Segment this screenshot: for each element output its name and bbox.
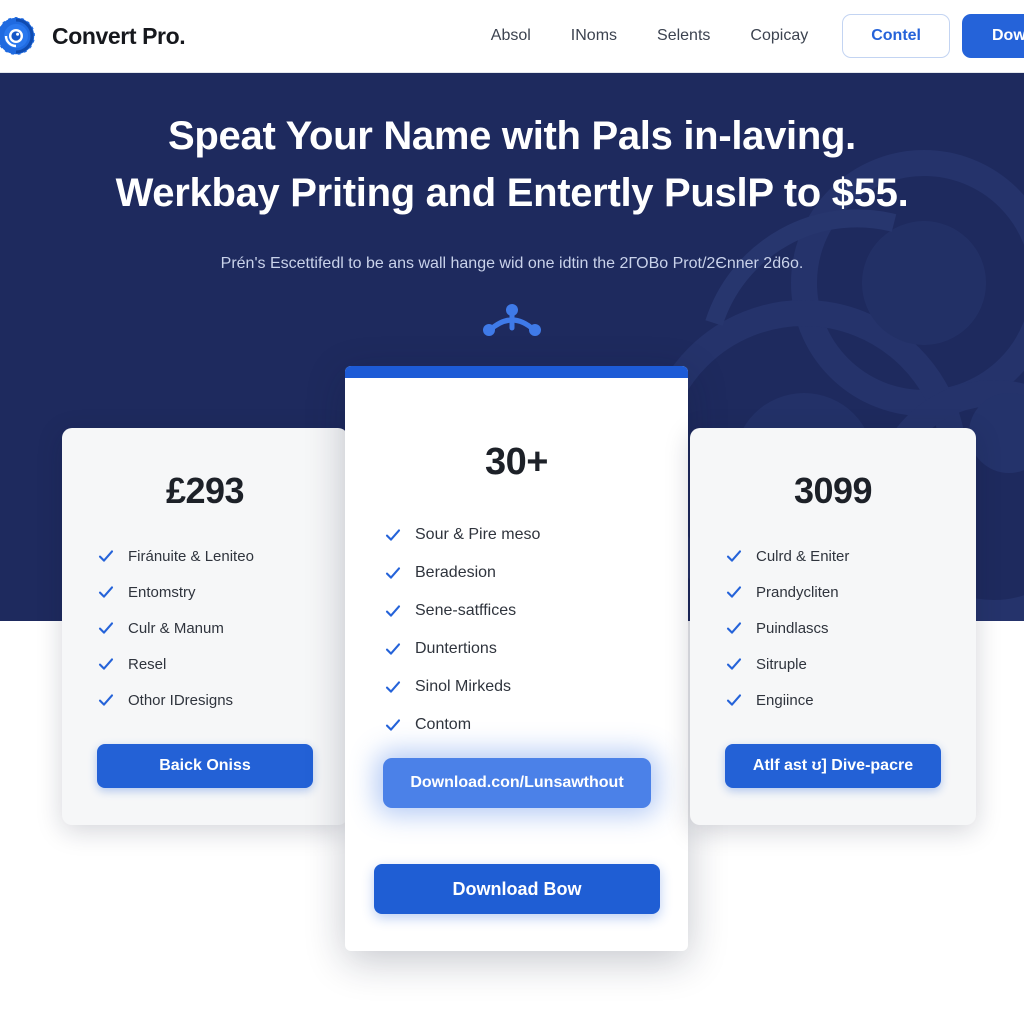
- nav-link-copicay[interactable]: Copicay: [730, 27, 828, 45]
- feature-label: Culr & Manum: [128, 619, 224, 637]
- top-navbar: Convert Pro. Absol INoms Selents Copicay…: [0, 0, 1024, 73]
- check-icon: [726, 550, 742, 562]
- brand-logo-group[interactable]: Convert Pro.: [0, 14, 186, 58]
- list-item: Entomstry: [98, 574, 348, 610]
- check-icon: [726, 658, 742, 670]
- check-icon: [726, 622, 742, 634]
- center-card-accent-bar: [345, 366, 688, 378]
- list-item: Othor IDresigns: [98, 682, 348, 718]
- price-right: 3099: [793, 470, 873, 511]
- feature-label: Sour & Pire meso: [415, 526, 541, 543]
- nav-link-absol[interactable]: Absol: [471, 27, 551, 45]
- check-icon: [726, 694, 742, 706]
- download-bow-button[interactable]: Download Bow: [374, 864, 660, 914]
- page-title: Speat Your Name with Pals in-laving. Wer…: [0, 108, 1024, 222]
- share-node-icon: [483, 303, 541, 336]
- brand-name: Convert Pro.: [52, 22, 186, 49]
- download-link-button[interactable]: Download.con/Lunsawthout: [383, 758, 651, 808]
- list-item: Sinol Mirkeds: [385, 668, 688, 706]
- list-item: Sene-satffices: [385, 592, 688, 630]
- hero-title-line-1: Speat Your Name with Pals in-laving.: [168, 114, 856, 158]
- feature-list-center: Sour & Pire meso Beradesion Sene-satffic…: [345, 516, 688, 744]
- list-item: Culrd & Eniter: [726, 538, 976, 574]
- list-item: Prandycliten: [726, 574, 976, 610]
- feature-list-left: Firánuite & Leniteo Entomstry Culr & Man…: [62, 538, 348, 718]
- check-icon: [385, 529, 401, 541]
- list-item: Sour & Pire meso: [385, 516, 688, 554]
- list-item: Culr & Manum: [98, 610, 348, 646]
- check-icon: [726, 586, 742, 598]
- check-icon: [98, 658, 114, 670]
- feature-label: Entomstry: [128, 583, 196, 601]
- check-icon: [98, 694, 114, 706]
- pricing-card-right[interactable]: 3099 Culrd & Eniter Prandycliten Puindla…: [690, 428, 976, 825]
- feature-label: Puindlascs: [756, 619, 829, 637]
- pricing-card-center[interactable]: 30+ Sour & Pire meso Beradesion Sene-sat…: [345, 366, 688, 951]
- feature-label: Culrd & Eniter: [756, 547, 850, 565]
- feature-label: Firánuite & Leniteo: [128, 547, 254, 565]
- list-item: Beradesion: [385, 554, 688, 592]
- check-icon: [385, 719, 401, 731]
- check-icon: [385, 681, 401, 693]
- nav-link-selents[interactable]: Selents: [637, 27, 730, 45]
- list-item: Engiince: [726, 682, 976, 718]
- list-item: Puindlascs: [726, 610, 976, 646]
- feature-label: Resel: [128, 655, 167, 673]
- feature-list-right: Culrd & Eniter Prandycliten Puindlascs S…: [690, 538, 976, 718]
- feature-label: Duntertions: [415, 640, 497, 657]
- price-center: 30+: [485, 441, 548, 483]
- feature-label: Sitruple: [756, 655, 807, 673]
- nav-link-inoms[interactable]: INoms: [551, 27, 637, 45]
- check-icon: [385, 567, 401, 579]
- hero-subtitle: Prén's Escettifedl to be ans wall hange …: [220, 254, 804, 272]
- nav-links: Absol INoms Selents Copicay Contel Dowlo: [471, 14, 1024, 58]
- list-item: Contom: [385, 706, 688, 744]
- check-icon: [98, 622, 114, 634]
- price-left: £293: [165, 470, 245, 511]
- pricing-card-left[interactable]: £293 Firánuite & Leniteo Entomstry Culr …: [62, 428, 348, 825]
- baick-oniss-button[interactable]: Baick Oniss: [97, 744, 313, 788]
- list-item: Duntertions: [385, 630, 688, 668]
- feature-label: Sinol Mirkeds: [415, 678, 512, 695]
- contel-button[interactable]: Contel: [842, 14, 950, 58]
- list-item: Resel: [98, 646, 348, 682]
- hero-content: Speat Your Name with Pals in-laving. Wer…: [0, 73, 1024, 347]
- list-item: Firánuite & Leniteo: [98, 538, 348, 574]
- feature-label: Sene-satffices: [415, 602, 517, 619]
- feature-label: Engiince: [756, 691, 814, 709]
- feature-label: Beradesion: [415, 564, 496, 581]
- check-icon: [98, 550, 114, 562]
- dive-pacre-button[interactable]: Atlf ast ʊ] Dive-pacre: [725, 744, 941, 788]
- feature-label: Othor IDresigns: [128, 691, 234, 709]
- list-item: Sitruple: [726, 646, 976, 682]
- check-icon: [98, 586, 114, 598]
- download-nav-button[interactable]: Dowlo: [962, 14, 1024, 58]
- check-icon: [385, 643, 401, 655]
- feature-label: Contom: [415, 716, 472, 733]
- feature-label: Prandycliten: [756, 583, 839, 601]
- convert-swirl-logo-icon: [0, 16, 36, 56]
- check-icon: [385, 605, 401, 617]
- hero-title-line-2: Werkbay Priting and Entertly PuslP to $5…: [115, 170, 909, 215]
